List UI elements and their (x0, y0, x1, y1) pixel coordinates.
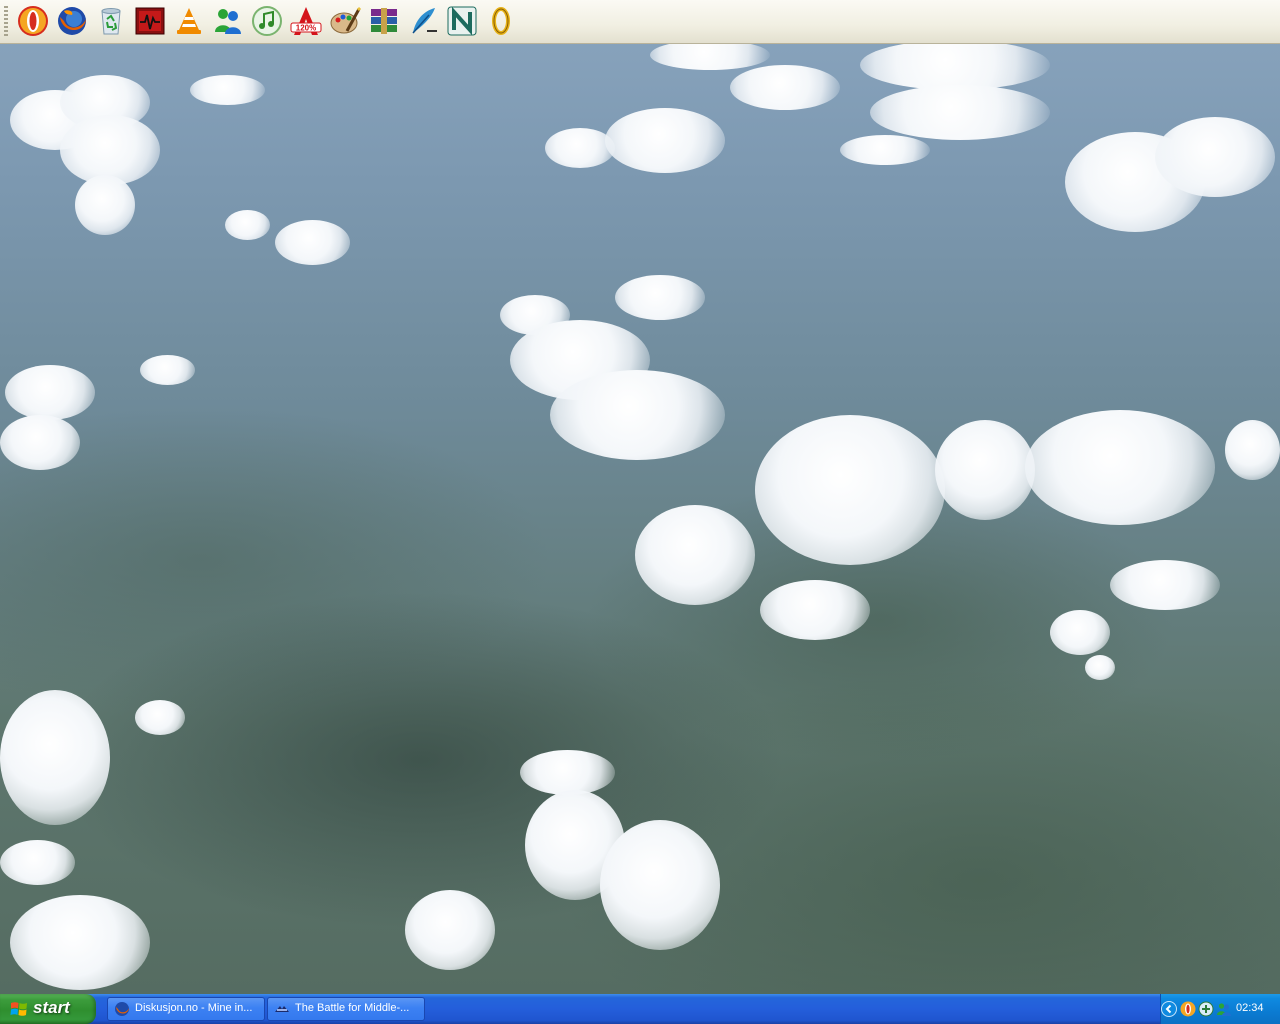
recycle-bin-icon[interactable] (95, 5, 127, 37)
start-label: start (33, 998, 70, 1017)
opera-icon[interactable] (17, 5, 49, 37)
winrar-icon[interactable] (368, 5, 400, 37)
chevron-left-icon (1165, 1004, 1172, 1014)
cloud (405, 750, 745, 980)
cloud (225, 205, 355, 265)
taskbar-button-firefox[interactable]: Diskusjon.no - Mine in... (107, 997, 265, 1021)
desktop-wallpaper (0, 0, 1280, 1024)
cloud (190, 70, 270, 110)
opera-tray-icon[interactable] (1180, 1001, 1196, 1017)
cloud (1050, 560, 1220, 680)
windows-logo-icon (10, 1002, 27, 1016)
paint-icon[interactable] (329, 5, 361, 37)
feather-writer-icon[interactable] (407, 5, 439, 37)
network-tray-icon[interactable] (1198, 1001, 1214, 1017)
taskbar-button-label: Diskusjon.no - Mine in... (135, 1002, 253, 1014)
firefox-icon (115, 1002, 129, 1016)
audio-monitor-icon[interactable] (134, 5, 166, 37)
msn-messenger-icon[interactable] (212, 5, 244, 37)
itunes-icon[interactable] (251, 5, 283, 37)
cloud (650, 40, 1070, 170)
ring-icon[interactable] (485, 5, 517, 37)
cloud (0, 690, 185, 830)
show-hidden-icons-chevron[interactable] (1161, 1001, 1177, 1017)
alcohol-120-icon[interactable]: 120% (290, 5, 322, 37)
cloud (0, 60, 200, 250)
taskbar-button-game[interactable]: The Battle for Middle-... (267, 997, 425, 1021)
svg-text:120%: 120% (296, 24, 316, 33)
game-ea-icon (275, 1006, 289, 1012)
cloud (635, 415, 955, 645)
cloud (0, 355, 200, 475)
firefox-icon[interactable] (56, 5, 88, 37)
vlc-icon[interactable] (173, 5, 205, 37)
quick-launch-toolbar: 120% (0, 0, 1280, 44)
taskbar: start Diskusjon.no - Mine in... The Batt… (0, 994, 1280, 1024)
taskbar-button-label: The Battle for Middle-... (295, 1002, 410, 1014)
nero-icon[interactable] (446, 5, 478, 37)
cloud (545, 108, 730, 178)
clock[interactable]: 02:34 (1236, 1002, 1264, 1014)
cloud (935, 410, 1280, 550)
start-button[interactable]: start (0, 994, 96, 1024)
cloud (500, 275, 730, 465)
cloud (1065, 112, 1280, 237)
cloud (0, 840, 160, 990)
msn-tray-icon[interactable] (1216, 1001, 1232, 1017)
toolbar-grip[interactable] (4, 6, 8, 38)
